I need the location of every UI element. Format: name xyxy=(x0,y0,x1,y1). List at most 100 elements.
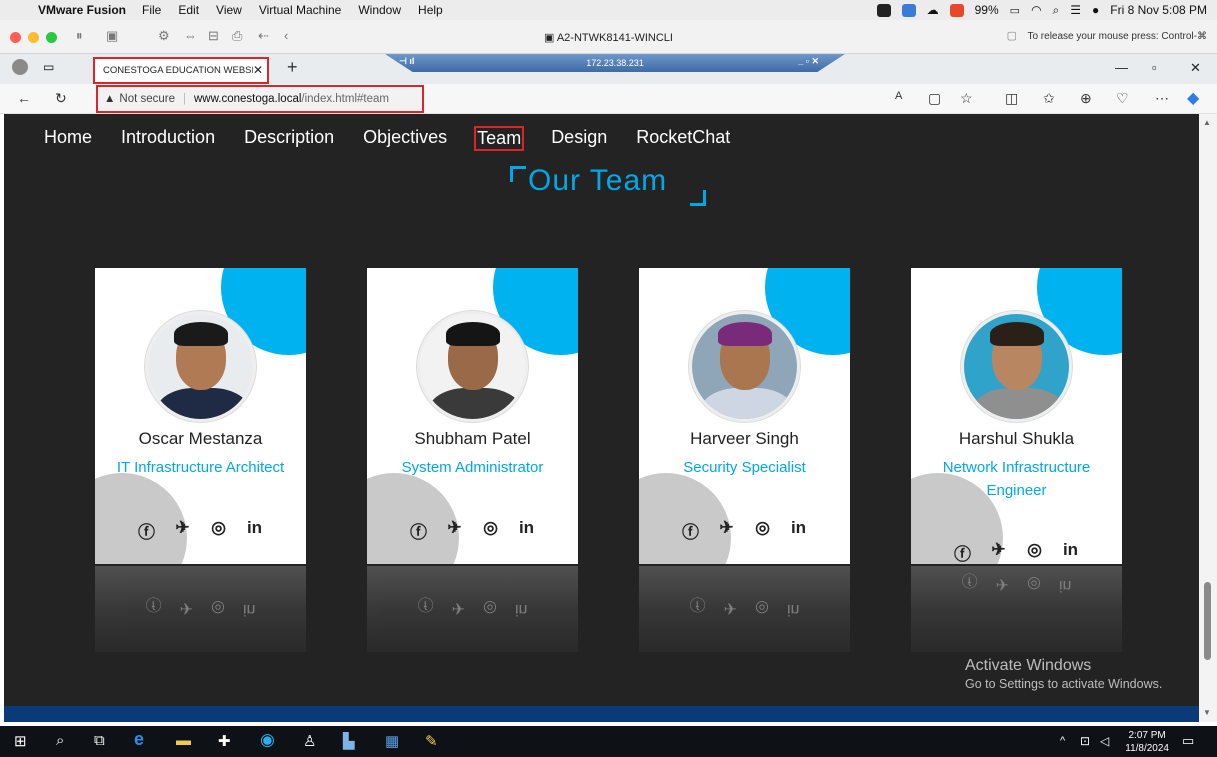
tab-close-icon[interactable]: ✕ xyxy=(253,63,263,77)
member-photo xyxy=(689,311,800,422)
app-red-icon[interactable] xyxy=(949,3,964,17)
nav-introduction[interactable]: Introduction xyxy=(119,126,217,151)
security-label[interactable]: Not secure xyxy=(119,93,175,105)
nav-home[interactable]: Home xyxy=(42,126,94,151)
scroll-down-icon[interactable]: ▼ xyxy=(1203,708,1211,717)
back-arrow-icon[interactable]: ← xyxy=(17,90,31,106)
server-manager-icon[interactable]: ▙ xyxy=(343,732,355,750)
address-separator: | xyxy=(183,93,186,105)
scrollbar-thumb[interactable] xyxy=(1204,582,1211,660)
notification-icon[interactable]: ▭ xyxy=(1182,733,1194,749)
menu-help[interactable]: Help xyxy=(418,3,443,17)
profile-avatar[interactable] xyxy=(12,59,28,75)
notepad-icon[interactable]: ✎ xyxy=(425,732,438,750)
social-links: ⓕ ✈ ◎ in xyxy=(911,540,1122,564)
instagram-icon[interactable]: ◎ xyxy=(754,518,772,543)
favorite-star-icon[interactable]: ☆ xyxy=(960,90,973,107)
task-view-icon[interactable]: ⧉ xyxy=(94,732,105,749)
tab-actions-icon[interactable]: ▭ xyxy=(43,60,54,74)
nav-design[interactable]: Design xyxy=(549,126,609,151)
tray-chevron-icon[interactable]: ^ xyxy=(1060,735,1065,747)
url-host: www.conestoga.local xyxy=(194,93,302,105)
menu-file[interactable]: File xyxy=(142,3,161,17)
nav-description[interactable]: Description xyxy=(242,126,336,151)
extensions-icon[interactable]: ♡ xyxy=(1116,90,1129,107)
minimize-button[interactable]: — xyxy=(1115,60,1128,75)
nav-rocketchat[interactable]: RocketChat xyxy=(634,126,732,151)
app-icon[interactable]: ▦ xyxy=(385,732,399,750)
card-reflection: ⓕ ✈ ◎ in xyxy=(639,566,850,652)
page-scrollbar[interactable]: ▲ ▼ xyxy=(1199,114,1217,722)
address-bar[interactable]: ▲ Not secure | www.conestoga.local /inde… xyxy=(96,85,424,113)
network-tool-icon[interactable]: ♙ xyxy=(303,732,316,750)
vmware-toolbar: ⏸ ▣ ⚙ ⇔ ⊟ ⎙ ⇠ ‹ ▣ A2-NTWK8141-WINCLI ▢ T… xyxy=(0,20,1217,54)
nav-objectives[interactable]: Objectives xyxy=(361,126,449,151)
security-shield-icon[interactable]: ✚ xyxy=(218,732,231,750)
browser-tab[interactable]: CONESTOGA EDUCATION WEBSITE ✕ xyxy=(93,57,269,84)
linkedin-icon[interactable]: in xyxy=(790,518,808,543)
spotlight-icon[interactable]: ⌕ xyxy=(1053,3,1060,18)
instagram-icon[interactable]: ◎ xyxy=(1026,540,1044,564)
cloud-icon[interactable]: ☁ xyxy=(927,3,939,17)
menu-edit[interactable]: Edit xyxy=(178,3,199,17)
start-icon[interactable]: ⊞ xyxy=(14,732,27,750)
facebook-icon[interactable]: ⓕ xyxy=(138,518,156,543)
twitter-icon[interactable]: ✈ xyxy=(990,540,1008,564)
member-role: System Administrator xyxy=(401,459,544,476)
menu-clock[interactable]: Fri 8 Nov 5:08 PM xyxy=(1110,3,1207,17)
app-status-icon[interactable] xyxy=(901,3,916,17)
wifi-icon[interactable]: ◠ xyxy=(1031,3,1041,17)
copilot-icon[interactable]: ◆ xyxy=(1187,88,1199,108)
instagram-icon[interactable]: ◎ xyxy=(210,518,228,543)
tray-network-icon[interactable]: ⊡ xyxy=(1080,734,1090,748)
restore-button[interactable]: ▫ xyxy=(1152,60,1157,75)
tray-volume-icon[interactable]: ◁ xyxy=(1100,734,1109,748)
instagram-icon[interactable]: ◎ xyxy=(482,518,500,543)
rdp-window-controls[interactable]: _ ▫ ✕ xyxy=(798,56,819,67)
linkedin-icon[interactable]: in xyxy=(518,518,536,543)
new-tab-button[interactable]: + xyxy=(287,57,298,78)
nav-team[interactable]: Team xyxy=(474,126,525,151)
team-card: Oscar Mestanza IT Infrastructure Archite… xyxy=(95,268,306,564)
taskbar-clock[interactable]: 2:07 PM 11/8/2024 xyxy=(1125,729,1169,755)
split-screen-icon[interactable]: ◫ xyxy=(1005,90,1018,107)
menu-window[interactable]: Window xyxy=(358,3,401,17)
siri-icon[interactable]: ● xyxy=(1092,3,1099,17)
more-options-icon[interactable]: ⋯ xyxy=(1155,90,1169,107)
read-aloud-icon[interactable]: A xyxy=(895,90,902,102)
collections-icon[interactable]: ⊕ xyxy=(1080,90,1092,107)
fullscreen-icon[interactable]: ▢ xyxy=(1007,29,1017,42)
facebook-icon[interactable]: ⓕ xyxy=(682,518,700,543)
linkedin-icon[interactable]: in xyxy=(246,518,264,543)
close-button[interactable]: ✕ xyxy=(1190,60,1201,76)
battery-icon[interactable]: ▭ xyxy=(1010,4,1020,17)
ie-icon[interactable]: e xyxy=(134,729,144,750)
facebook-icon[interactable]: ⓕ xyxy=(954,540,972,564)
member-role: IT Infrastructure Architect xyxy=(116,459,285,476)
linkedin-icon[interactable]: in xyxy=(1062,540,1080,564)
rdp-ip: 172.23.38.231 xyxy=(586,58,644,68)
file-explorer-icon[interactable]: ▬ xyxy=(176,732,191,749)
menu-virtual-machine[interactable]: Virtual Machine xyxy=(259,3,342,17)
twitter-icon[interactable]: ✈ xyxy=(174,518,192,543)
search-icon[interactable]: ⌕ xyxy=(56,732,64,749)
card-reflection: ⓕ ✈ ◎ in xyxy=(95,566,306,652)
favorites-icon[interactable]: ✩ xyxy=(1043,90,1055,107)
control-center-icon[interactable]: ☰ xyxy=(1070,3,1081,17)
app-menu[interactable]: VMware Fusion xyxy=(38,3,126,17)
twitter-icon[interactable]: ✈ xyxy=(446,518,464,543)
refresh-icon[interactable]: ↻ xyxy=(55,90,67,107)
member-name: Harshul Shukla xyxy=(958,429,1075,448)
menu-view[interactable]: View xyxy=(216,3,242,17)
vmware-status-icon[interactable] xyxy=(876,3,891,17)
scroll-up-icon[interactable]: ▲ xyxy=(1203,118,1211,127)
social-links: ⓕ ✈ ◎ in xyxy=(95,518,306,543)
immersive-reader-icon[interactable]: ▢ xyxy=(928,90,941,107)
card-reflection: ⓕ ✈ ◎ in xyxy=(367,566,578,652)
facebook-icon[interactable]: ⓕ xyxy=(410,518,428,543)
warning-icon[interactable]: ▲ xyxy=(104,93,115,105)
edge-icon[interactable]: ◉ xyxy=(260,730,275,750)
team-card: Shubham Patel System Administrator ⓕ ✈ ◎… xyxy=(367,268,578,564)
reflection-icons: ⓕ ✈ ◎ in xyxy=(417,595,528,618)
twitter-icon[interactable]: ✈ xyxy=(718,518,736,543)
